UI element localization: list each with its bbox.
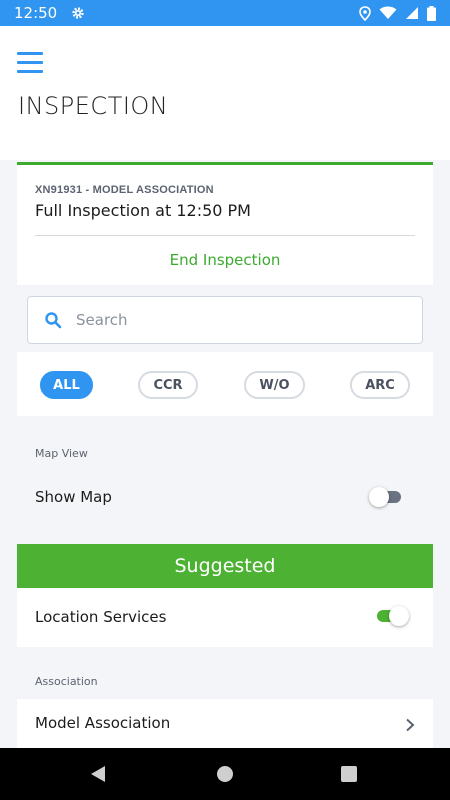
association-band [17,647,433,699]
status-bar: 12:50 [0,0,450,26]
home-icon[interactable] [217,766,233,782]
filter-chip-arc[interactable]: ARC [350,371,410,399]
suggested-banner: Suggested [17,544,433,588]
filter-chip-wo[interactable]: W/O [244,371,305,399]
battery-icon [427,5,436,21]
map-view-section-label: Map View [35,447,88,460]
divider [35,235,415,236]
filter-chips: ALL CCR W/O ARC [17,352,433,416]
model-association-label[interactable]: Model Association [35,714,170,732]
association-section-label: Association [35,675,98,688]
location-services-label: Location Services [35,608,167,626]
search-placeholder: Search [76,311,128,329]
signal-icon [406,7,418,19]
show-map-toggle[interactable] [369,487,403,507]
back-icon[interactable] [90,765,106,783]
location-icon [359,5,371,21]
location-services-toggle[interactable] [377,606,411,626]
chevron-right-icon[interactable] [405,718,415,732]
system-nav-bar [0,748,450,800]
filter-chip-ccr[interactable]: CCR [138,371,198,399]
page-title: INSPECTION [18,92,169,120]
inspection-title: Full Inspection at 12:50 PM [35,201,251,220]
app-header: INSPECTION [0,26,450,160]
settings-gear-icon [72,7,84,19]
show-map-label: Show Map [35,488,112,506]
inspection-subtitle: XN91931 - MODEL ASSOCIATION [35,184,214,196]
end-inspection-button[interactable]: End Inspection [17,251,433,269]
wifi-icon [379,6,397,19]
status-time: 12:50 [14,4,58,22]
inspection-card: XN91931 - MODEL ASSOCIATION Full Inspect… [17,162,433,748]
map-view-band [17,416,433,544]
search-input[interactable]: Search [27,296,423,344]
filter-chip-all[interactable]: ALL [40,371,93,399]
recent-apps-icon[interactable] [341,766,357,782]
search-icon [45,312,62,329]
menu-icon[interactable] [17,52,43,74]
